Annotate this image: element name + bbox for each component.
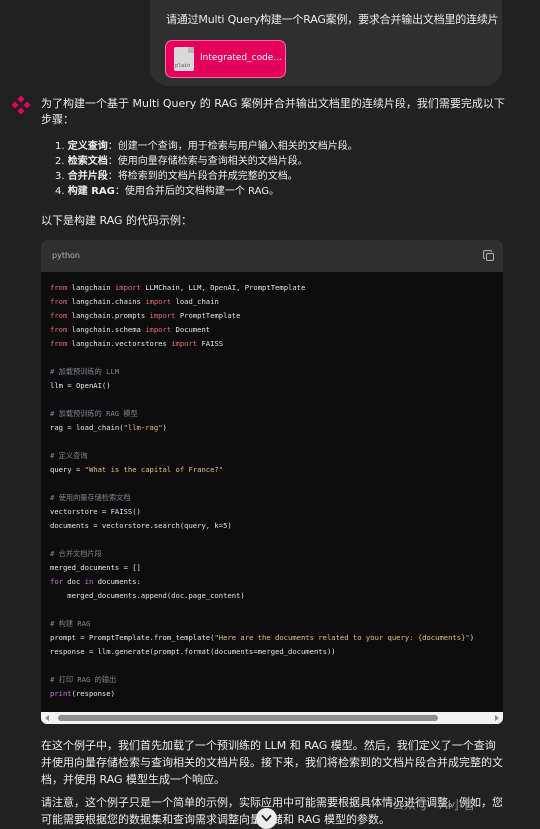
scroll-right-arrow-icon[interactable] [495,715,499,721]
user-message-bubble: 请通过Multi Query构建一个RAG案例，要求合并输出文档里的连续片 pl… [150,0,502,86]
assistant-logo-icon [12,96,30,114]
step-item: 2. 检索文档：使用向量存储检索与查询相关的文档片段。 [55,156,308,167]
file-attachment-chip[interactable]: plain Integrated_code... [165,40,286,78]
watermark: 公众号 · AI小智 [392,798,476,812]
step-item: 3. 合并片段：将检索到的文档片段合并成完整的文档。 [55,171,298,182]
scrollbar-thumb[interactable] [58,715,438,721]
file-name: Integrated_code... [200,53,282,63]
code-header: python [41,240,503,272]
copy-icon[interactable] [483,250,495,262]
horizontal-scrollbar[interactable] [41,712,503,724]
user-message-text: 请通过Multi Query构建一个RAG案例，要求合并输出文档里的连续片 [166,13,499,26]
scroll-to-bottom-button[interactable] [256,808,277,829]
explanation-paragraph: 在这个例子中，我们首先加载了一个预训练的 LLM 和 RAG 模型。然后，我们定… [41,739,503,786]
code-content: from langchain import LLMChain, LLM, Ope… [50,283,475,698]
scroll-left-arrow-icon[interactable] [45,715,49,721]
step-item: 4. 构建 RAG：使用合并后的文档构建一个 RAG。 [55,186,280,197]
chevron-down-icon [261,815,272,822]
file-icon: plain [174,47,194,71]
file-ext-label: plain [175,63,191,69]
assistant-intro: 为了构建一个基于 Multi Query 的 RAG 案例并合并输出文档里的连续… [41,97,505,126]
code-example-label: 以下是构建 RAG 的代码示例： [41,214,193,227]
step-item: 1. 定义查询：创建一个查询，用于检索与用户输入相关的文档片段。 [55,141,358,152]
code-language-label: python [52,251,80,260]
steps-list: 1. 定义查询：创建一个查询，用于检索与用户输入相关的文档片段。 2. 检索文档… [55,139,358,199]
code-block: python from langchain import LLMChain, L… [41,240,503,724]
